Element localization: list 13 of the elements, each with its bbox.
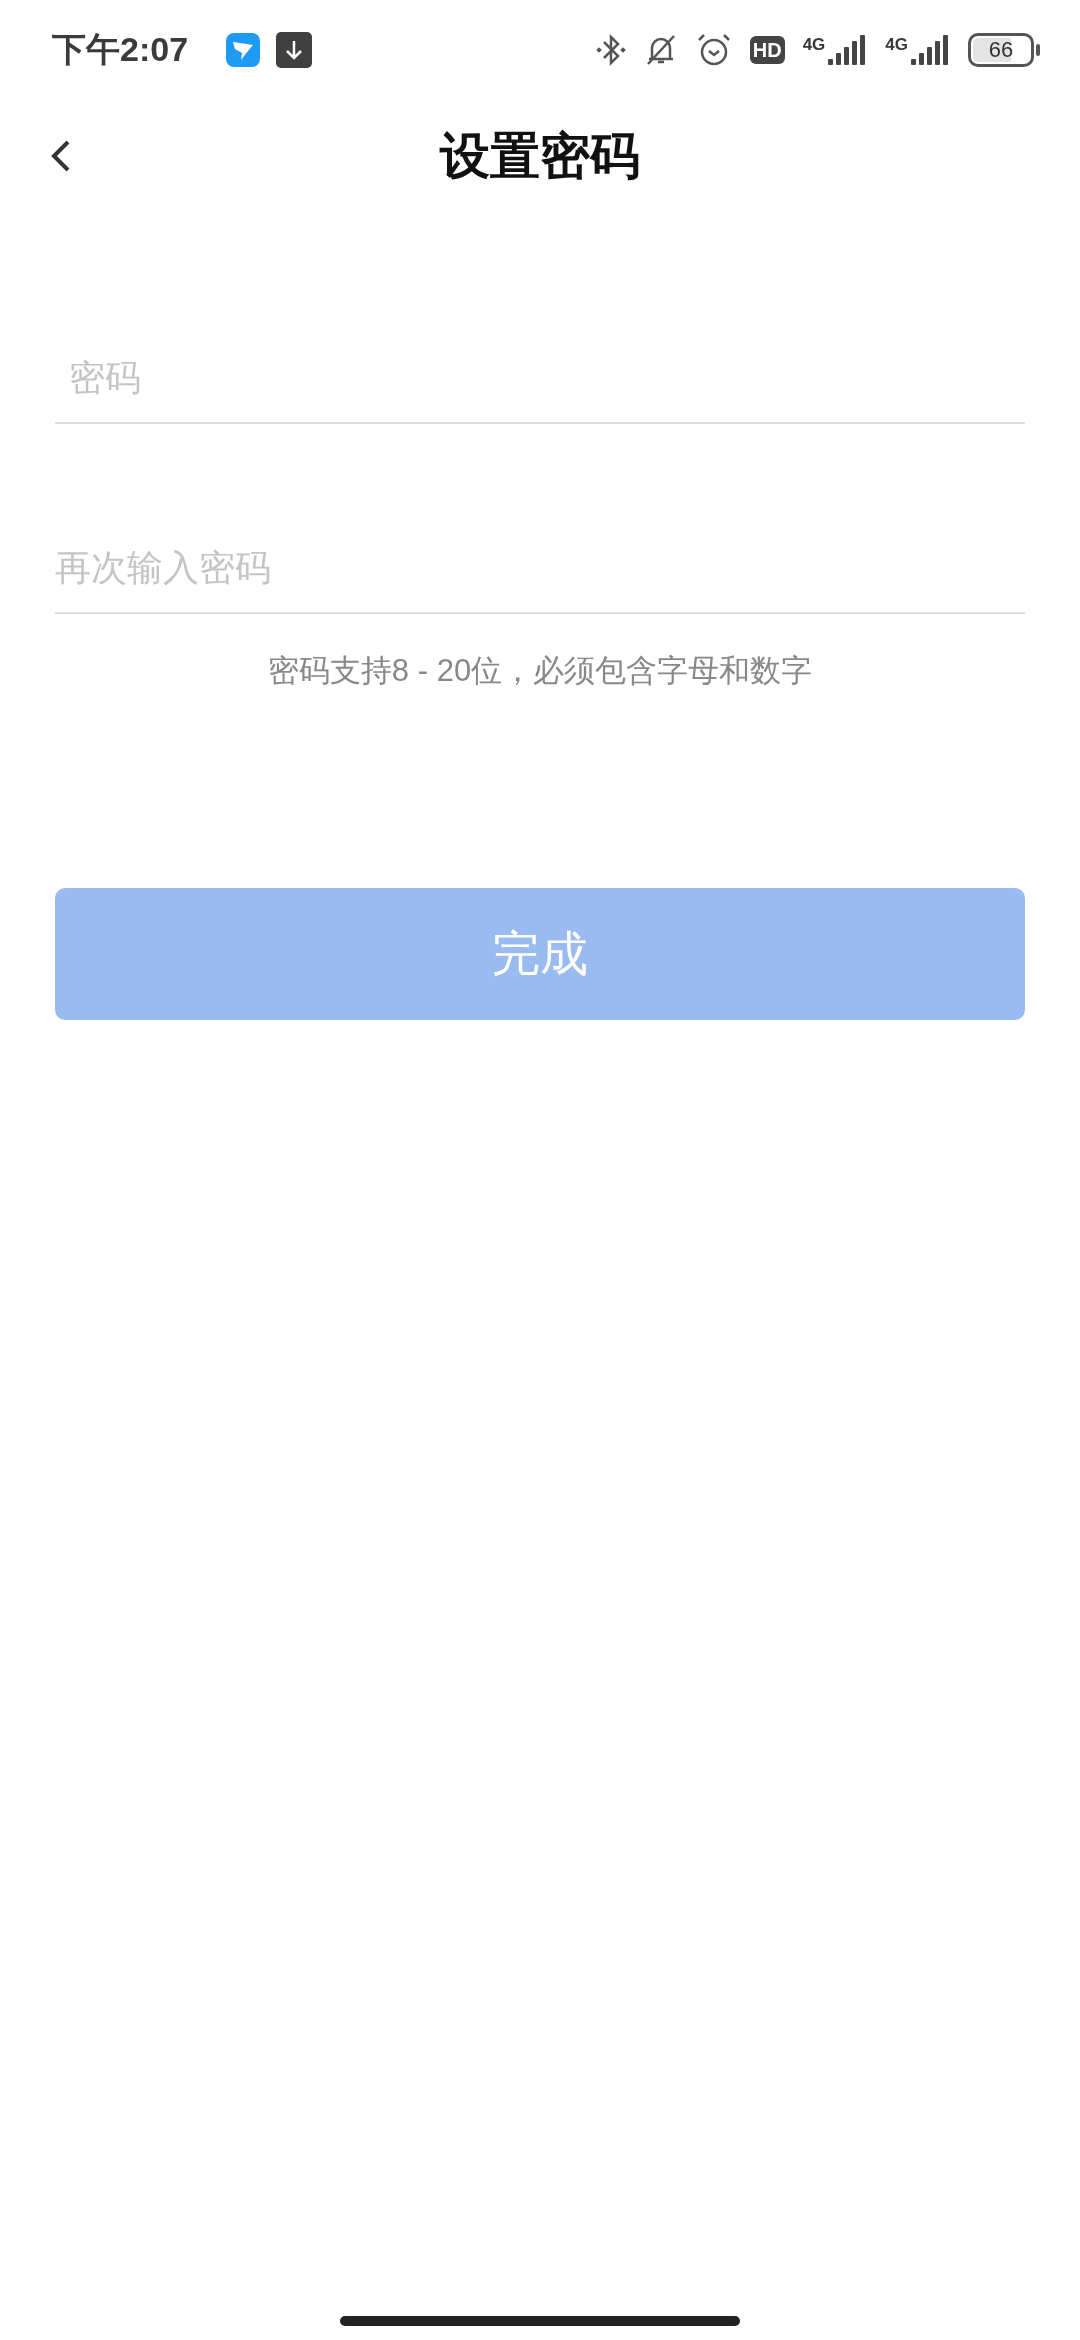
signal-icon <box>827 35 868 65</box>
password-hint: 密码支持8 - 20位，必须包含字母和数字 <box>266 652 814 690</box>
password-field[interactable]: 再次输入密码 <box>55 524 1025 614</box>
network-label: 4G <box>885 35 908 55</box>
network-label: 4G <box>802 35 826 55</box>
signal-icon <box>910 35 950 65</box>
bluetooth-icon <box>595 32 626 68</box>
status-time: 下午2:07 <box>52 29 189 70</box>
app-notification-icon <box>226 33 261 67</box>
password-field[interactable]: 密码 <box>55 334 1025 424</box>
page-title: 设置密码 <box>440 126 640 186</box>
download-icon <box>276 32 313 68</box>
hd-badge: HD <box>749 36 785 64</box>
